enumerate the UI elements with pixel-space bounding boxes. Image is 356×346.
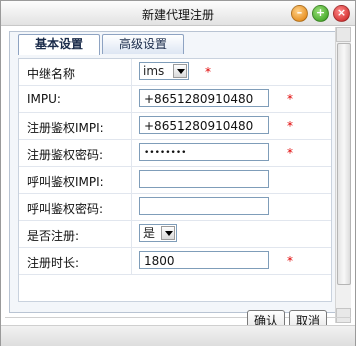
minimize-icon[interactable]: – — [291, 5, 308, 22]
required-mark: * — [287, 146, 293, 160]
call-password-input[interactable] — [139, 197, 269, 215]
required-mark: * — [287, 254, 293, 268]
chevron-down-icon[interactable] — [161, 226, 175, 240]
vertical-scrollbar[interactable] — [335, 27, 351, 323]
reg-password-label: 注册鉴权密码: — [27, 148, 104, 162]
form-table: 中继名称 ims * IMPU: +8651280910480 * 注册鉴权IM… — [18, 58, 332, 302]
chevron-down-icon[interactable] — [173, 64, 187, 78]
close-icon[interactable]: × — [333, 5, 350, 22]
call-impi-input[interactable] — [139, 170, 269, 188]
maximize-icon[interactable]: + — [312, 5, 329, 22]
status-bar — [1, 325, 355, 346]
reg-impi-label: 注册鉴权IMPI: — [27, 121, 104, 135]
reg-impi-input[interactable]: +8651280910480 — [139, 116, 269, 134]
reg-password-input[interactable]: •••••••• — [139, 143, 269, 161]
form-row-reg-impi: 注册鉴权IMPI: +8651280910480 * — [19, 113, 331, 140]
scrollbar-thumb[interactable] — [337, 43, 351, 285]
required-mark: * — [205, 65, 211, 79]
dialog-window: 新建代理注册 – + × 基本设置 高级设置 中继名称 ims * IMPU: … — [0, 0, 356, 346]
form-row-call-impi: 呼叫鉴权IMPI: — [19, 167, 331, 194]
form-row-relay-name: 中继名称 ims * — [19, 59, 331, 86]
form-row-call-password: 呼叫鉴权密码: — [19, 194, 331, 221]
reg-duration-input[interactable]: 1800 — [139, 251, 269, 269]
do-register-label: 是否注册: — [27, 229, 80, 243]
form-row-do-register: 是否注册: 是 — [19, 221, 331, 248]
required-mark: * — [287, 92, 293, 106]
form-row-reg-password: 注册鉴权密码: •••••••• * — [19, 140, 331, 167]
call-impi-label: 呼叫鉴权IMPI: — [27, 175, 104, 189]
reg-duration-label: 注册时长: — [27, 256, 80, 270]
form-row-reg-duration: 注册时长: 1800 * — [19, 248, 331, 275]
tab-advanced-settings[interactable]: 高级设置 — [102, 34, 184, 54]
relay-name-value: ims — [143, 64, 165, 78]
form-row-impu: IMPU: +8651280910480 * — [19, 86, 331, 113]
call-password-label: 呼叫鉴权密码: — [27, 202, 104, 216]
relay-name-label: 中继名称 — [27, 67, 76, 81]
do-register-value: 是 — [143, 226, 156, 240]
settings-panel: 基本设置 高级设置 中继名称 ims * IMPU: +865128091048 — [9, 31, 341, 313]
impu-input[interactable]: +8651280910480 — [139, 89, 269, 107]
scroll-up-icon[interactable] — [336, 27, 351, 42]
scroll-down-icon[interactable] — [336, 308, 351, 323]
tab-basic-settings[interactable]: 基本设置 — [18, 34, 100, 55]
title-bar[interactable]: 新建代理注册 – + × — [1, 1, 355, 26]
relay-name-select[interactable]: ims — [139, 62, 189, 80]
impu-label: IMPU: — [27, 92, 61, 106]
required-mark: * — [287, 119, 293, 133]
do-register-select[interactable]: 是 — [139, 224, 177, 242]
dialog-content: 基本设置 高级设置 中继名称 ims * IMPU: +865128091048 — [5, 27, 351, 323]
